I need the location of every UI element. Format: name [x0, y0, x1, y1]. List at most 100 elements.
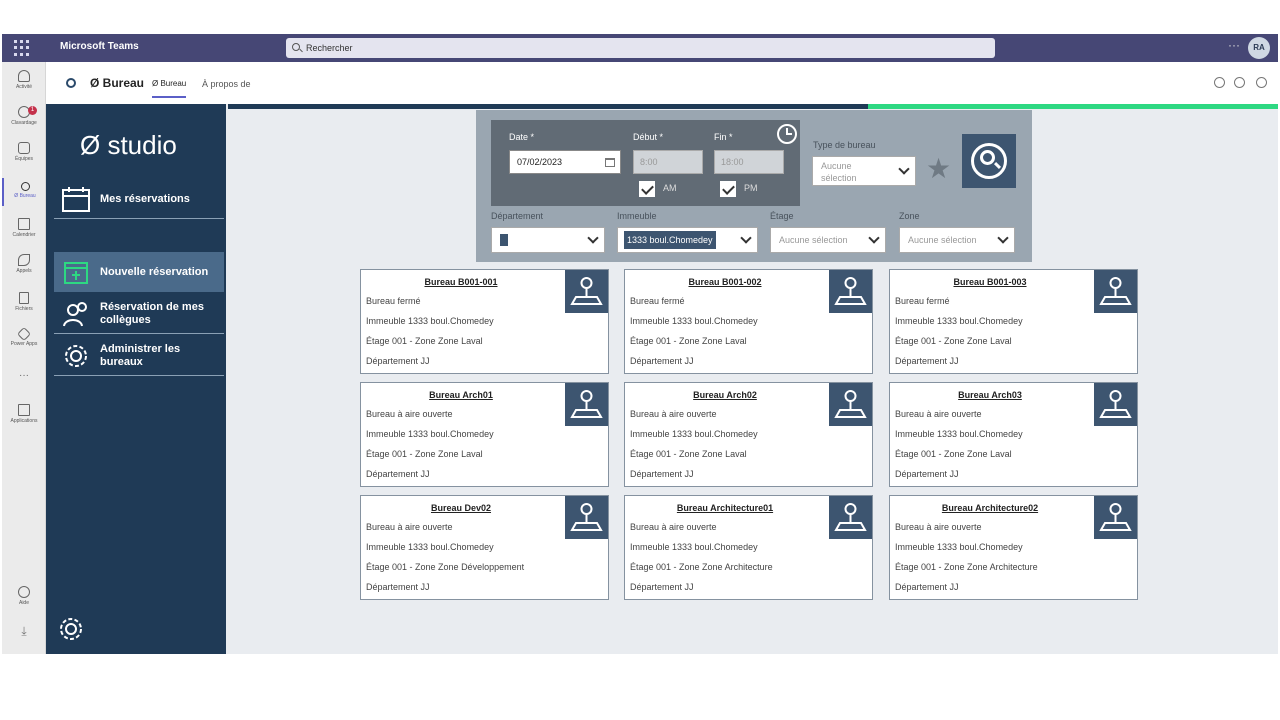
app-name: Ø Bureau — [90, 76, 145, 90]
rail-item-teams[interactable]: Équipes — [2, 142, 46, 162]
desk-card-type: Bureau fermé — [895, 296, 950, 306]
file-icon — [19, 292, 29, 304]
desk-card-building: Immeuble 1333 boul.Chomedey — [895, 542, 1023, 552]
rail-item-power-apps[interactable]: Power Apps — [2, 326, 46, 347]
desk-card-title[interactable]: Bureau B001-001 — [361, 277, 561, 287]
settings-icon[interactable] — [58, 616, 84, 642]
zone-label: Zone — [899, 211, 920, 221]
map-location-button[interactable] — [1094, 496, 1137, 539]
date-picker[interactable]: 07/02/2023 — [509, 150, 621, 174]
map-location-button[interactable] — [565, 270, 608, 313]
start-time-input[interactable]: 8:00 — [633, 150, 703, 174]
tab-about[interactable]: À propos de — [202, 79, 251, 89]
map-pin-icon — [834, 390, 867, 418]
am-checkbox[interactable] — [639, 181, 655, 197]
rail-item-files[interactable]: Fichiers — [2, 292, 46, 312]
rail-item-calendar[interactable]: Calendrier — [2, 218, 46, 238]
zone-dropdown[interactable]: Aucune sélection — [899, 227, 1015, 253]
map-location-button[interactable] — [829, 383, 872, 426]
desk-card-type: Bureau fermé — [366, 296, 421, 306]
desk-card[interactable]: Bureau B001-002 Bureau fermé Immeuble 1333… — [624, 269, 873, 374]
desk-card-title[interactable]: Bureau Architecture01 — [625, 503, 825, 513]
rail-item-label: Aide — [18, 600, 29, 606]
teams-left-rail: Activité 1 Clavardage Équipes Ø Bureau C… — [2, 62, 46, 654]
map-location-button[interactable] — [829, 496, 872, 539]
desk-card-department: Département JJ — [895, 582, 959, 592]
desk-card[interactable]: Bureau Dev02 Bureau à aire ouverte Immeubl… — [360, 495, 609, 600]
calendar-icon — [62, 187, 90, 212]
rail-item-calls[interactable]: Appels — [2, 254, 46, 274]
search-button[interactable] — [962, 134, 1016, 188]
start-label: Début * — [633, 132, 664, 142]
map-location-button[interactable] — [1094, 270, 1137, 313]
floor-label: Étage — [770, 211, 794, 221]
desk-card[interactable]: Bureau Architecture01 Bureau à aire ouver… — [624, 495, 873, 600]
floor-dropdown[interactable]: Aucune sélection — [770, 227, 886, 253]
desk-card-title[interactable]: Bureau B001-003 — [890, 277, 1090, 287]
desk-card-type: Bureau à aire ouverte — [366, 522, 453, 532]
map-location-button[interactable] — [1094, 383, 1137, 426]
rail-item-help[interactable]: Aide — [2, 586, 46, 606]
rail-item-bureau[interactable]: Ø Bureau — [2, 178, 46, 206]
tab-bureau[interactable]: Ø Bureau — [152, 79, 187, 98]
rail-item-applications[interactable]: Applications — [2, 404, 46, 424]
nav-new-reservation[interactable]: Nouvelle réservation — [54, 252, 224, 292]
refresh-icon[interactable] — [1214, 77, 1225, 88]
map-location-button[interactable] — [565, 496, 608, 539]
rail-item-chat[interactable]: 1 Clavardage — [2, 106, 46, 126]
desk-card[interactable]: Bureau Architecture02 Bureau à aire ouver… — [889, 495, 1138, 600]
floor-value: Aucune sélection — [779, 235, 848, 245]
desk-card-title[interactable]: Bureau Dev02 — [361, 503, 561, 513]
download-icon[interactable]: ⤓ — [2, 624, 46, 639]
teams-window: Microsoft Teams Rechercher ··· RA Activi… — [2, 34, 1278, 654]
more-options-icon[interactable]: ··· — [1228, 38, 1240, 52]
end-time-input[interactable]: 18:00 — [714, 150, 784, 174]
desk-card[interactable]: Bureau B001-001 Bureau fermé Immeuble 1333… — [360, 269, 609, 374]
favorite-star-icon[interactable]: ★ — [926, 152, 951, 185]
pm-checkbox[interactable] — [720, 181, 736, 197]
map-location-button[interactable] — [565, 383, 608, 426]
nav-label: Administrer les bureaux — [100, 343, 181, 368]
nav-administer-desks[interactable]: Administrer les bureaux — [54, 336, 224, 376]
desk-card-building: Immeuble 1333 boul.Chomedey — [630, 542, 758, 552]
desk-card-building: Immeuble 1333 boul.Chomedey — [895, 429, 1023, 439]
nav-my-reservations[interactable]: Mes réservations — [54, 179, 224, 219]
desk-card[interactable]: Bureau Arch03 Bureau à aire ouverte Immeub… — [889, 382, 1138, 487]
date-value: 07/02/2023 — [517, 157, 563, 167]
map-pin-icon — [570, 503, 603, 531]
map-location-button[interactable] — [829, 270, 872, 313]
desk-card-type: Bureau à aire ouverte — [630, 522, 717, 532]
teams-icon — [18, 142, 30, 154]
notification-badge: 1 — [28, 106, 37, 115]
desk-card[interactable]: Bureau Arch02 Bureau à aire ouverte Immeub… — [624, 382, 873, 487]
desk-card-title[interactable]: Bureau B001-002 — [625, 277, 825, 287]
filter-panel: Date * 07/02/2023 Début * 8:00 Fin * 18:… — [476, 110, 1032, 262]
desk-card-title[interactable]: Bureau Arch02 — [625, 390, 825, 400]
bureau-app-icon — [20, 182, 30, 191]
desk-card-type: Bureau à aire ouverte — [366, 409, 453, 419]
desk-card-title[interactable]: Bureau Architecture02 — [890, 503, 1090, 513]
building-dropdown[interactable]: 1333 boul.Chomedey — [617, 227, 758, 253]
more-apps-icon[interactable]: ··· — [2, 370, 46, 381]
app-launcher-icon[interactable] — [14, 40, 30, 56]
nav-colleague-reservations[interactable]: Réservation de mes collègues — [54, 294, 224, 334]
rail-item-label: Applications — [10, 418, 38, 424]
shield-icon[interactable] — [1234, 77, 1245, 88]
desk-type-dropdown[interactable]: Aucune sélection — [812, 156, 916, 186]
desk-card[interactable]: Bureau Arch01 Bureau à aire ouverte Immeub… — [360, 382, 609, 487]
desk-card[interactable]: Bureau B001-003 Bureau fermé Immeuble 1333… — [889, 269, 1138, 374]
desk-card-department: Département JJ — [630, 582, 694, 592]
avatar[interactable]: RA — [1248, 37, 1270, 59]
department-dropdown[interactable] — [491, 227, 605, 253]
rail-item-activity[interactable]: Activité — [2, 70, 46, 90]
search-input[interactable]: Rechercher — [286, 38, 995, 58]
help-icon — [18, 586, 30, 598]
globe-icon[interactable] — [1256, 77, 1267, 88]
studio-sidebar: Ø studio Mes réservations Nouvelle réser… — [46, 104, 226, 654]
desk-card-floor: Étage 001 - Zone Zone Architecture — [895, 562, 1038, 572]
desk-card-title[interactable]: Bureau Arch01 — [361, 390, 561, 400]
desk-card-title[interactable]: Bureau Arch03 — [890, 390, 1090, 400]
users-icon — [63, 302, 87, 327]
desk-card-building: Immeuble 1333 boul.Chomedey — [366, 542, 494, 552]
clock-icon[interactable] — [777, 124, 797, 144]
